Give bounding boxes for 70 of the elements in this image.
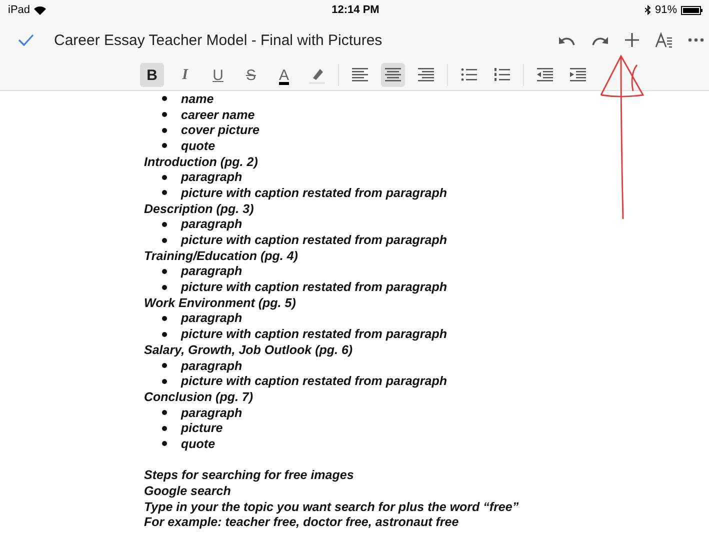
document-title: Career Essay Teacher Model - Final with Pictures — [54, 32, 382, 48]
bullet-text: picture with caption restated from paragraph — [181, 233, 448, 248]
wifi-icon — [34, 6, 46, 14]
format-button[interactable]: A — [272, 63, 296, 87]
bullet-icon — [162, 284, 167, 290]
bullet-icon — [162, 128, 167, 133]
highlighter-icon — [308, 66, 326, 84]
indent-icon — [570, 68, 586, 82]
heading-text: Description (pg. 3) — [144, 202, 254, 216]
heading-text: Google search — [144, 484, 231, 498]
bullet-text: paragraph — [181, 217, 242, 232]
bullet-icon — [162, 268, 167, 274]
text-format-icon[interactable] — [655, 32, 673, 48]
numbered-list-icon — [494, 68, 510, 82]
bullet-icon — [162, 332, 167, 337]
bullet-icon — [162, 96, 167, 102]
bullet-text: quote — [181, 436, 216, 451]
bullet-text: name — [181, 92, 214, 106]
battery-icon — [680, 6, 703, 14]
align-center-button[interactable] — [381, 63, 405, 87]
bullet-icon — [162, 378, 167, 384]
clock: 12:14 PM — [332, 4, 380, 16]
bullet-text: paragraph — [181, 264, 242, 278]
plus-icon[interactable] — [624, 32, 640, 48]
heading-text: Type in your the topic you want search for plus the word “free” — [144, 500, 519, 514]
bullet-text: career name — [181, 108, 255, 122]
heading-text: Salary, Growth, Job Outlook (pg. 6) — [144, 342, 353, 357]
bullet-icon — [162, 426, 167, 431]
align-center-icon — [385, 68, 401, 82]
align-right-icon — [418, 68, 434, 82]
battery-percent: 91% — [654, 4, 677, 16]
heading-text: For example: teacher free, doctor free, astronaut free — [144, 515, 459, 530]
bullet-text: picture with caption restated from paragraph — [181, 327, 448, 342]
heading-text: Introduction (pg. 2) — [144, 154, 258, 169]
bullet-icon — [162, 316, 167, 321]
bullet-text: paragraph — [181, 170, 242, 184]
bullet-icon — [162, 410, 167, 416]
bullet-icon — [162, 222, 167, 227]
bullet-text: cover picture — [181, 123, 260, 138]
bullet-text: picture with caption restated from paragraph — [181, 280, 448, 294]
bullet-icon — [162, 112, 167, 118]
bullet-text: picture — [181, 421, 223, 436]
heading-text: Conclusion (pg. 7) — [144, 390, 254, 404]
bullet-list-icon — [461, 68, 477, 82]
bullet-text: picture with caption restated from paragraph — [181, 186, 448, 200]
bullet-icon — [162, 363, 167, 368]
format-button[interactable]: S — [239, 63, 263, 87]
bullet-text: paragraph — [181, 311, 242, 326]
check-icon[interactable] — [18, 34, 34, 46]
undo-icon[interactable] — [558, 34, 576, 46]
more-icon[interactable] — [688, 38, 704, 42]
device-name: iPad — [8, 4, 30, 16]
bullet-icon — [162, 238, 167, 243]
heading-text: Work Environment (pg. 5) — [144, 296, 296, 310]
heading-text: Training/Education (pg. 4) — [144, 248, 298, 263]
outdent-icon — [537, 68, 553, 82]
bullet-text: paragraph — [181, 358, 242, 373]
heading-text: Steps for searching for free images — [144, 468, 354, 482]
format-button[interactable]: B — [140, 63, 164, 87]
bullet-icon — [162, 441, 167, 446]
bullet-icon — [162, 143, 167, 148]
bullet-text: picture with caption restated from paragraph — [181, 374, 448, 388]
bullet-icon — [162, 174, 167, 180]
bullet-text: paragraph — [181, 406, 242, 420]
format-button[interactable]: U — [206, 63, 230, 87]
align-left-icon — [352, 68, 368, 82]
bullet-text: quote — [181, 138, 216, 153]
format-button[interactable]: I — [173, 63, 197, 87]
bluetooth-icon — [644, 5, 651, 15]
bullet-icon — [162, 190, 167, 196]
